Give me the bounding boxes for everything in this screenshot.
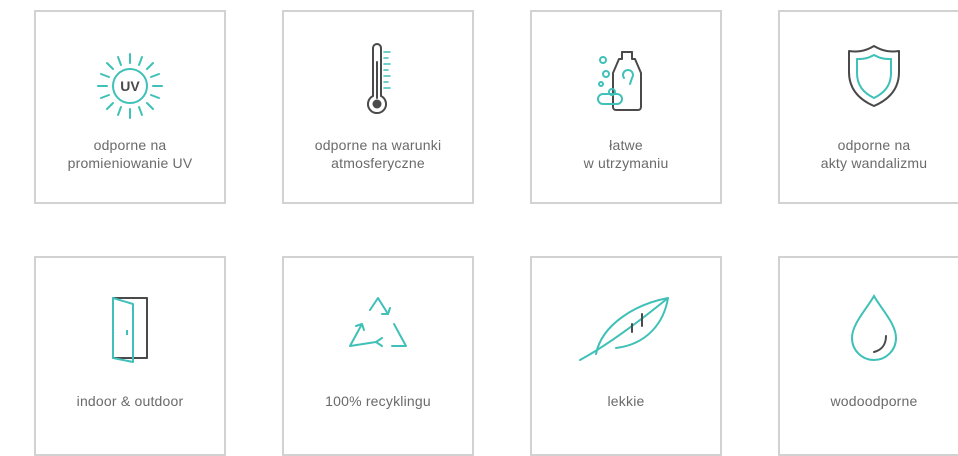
feature-card-cleaning: łatwe w utrzymaniu <box>530 10 722 204</box>
shield-icon <box>848 45 900 107</box>
feature-label: indoor & outdoor <box>76 393 184 409</box>
feature-label: wodoodporne <box>830 393 918 409</box>
feature-card-vandal: odporne na akty wandalizmu <box>778 10 958 204</box>
feature-card-waterproof: wodoodporne <box>778 256 958 456</box>
water-drop-icon <box>850 293 898 361</box>
uv-sun-icon: UV <box>97 53 163 119</box>
feature-label: łatwe w utrzymaniu <box>583 137 669 171</box>
feature-label: lekkie <box>607 393 645 409</box>
feature-card-uv: UV odporne na promieniowanie UV <box>34 10 226 204</box>
uv-text: UV <box>120 78 140 94</box>
feature-label: odporne na warunki atmosferyczne <box>314 137 442 171</box>
feature-card-weather: odporne na warunki atmosferyczne <box>282 10 474 204</box>
cleaning-bottle-icon <box>597 51 642 111</box>
thermometer-icon <box>367 43 391 115</box>
feature-card-lightweight: lekkie <box>530 256 722 456</box>
feature-label: odporne na akty wandalizmu <box>820 137 928 171</box>
recycle-icon <box>349 297 407 347</box>
feather-icon <box>579 297 669 361</box>
feature-label: 100% recyklingu <box>325 393 431 409</box>
door-icon <box>112 297 148 363</box>
feature-label: odporne na promieniowanie UV <box>67 137 193 171</box>
feature-card-indoor-outdoor: indoor & outdoor <box>34 256 226 456</box>
feature-card-recycling: 100% recyklingu <box>282 256 474 456</box>
